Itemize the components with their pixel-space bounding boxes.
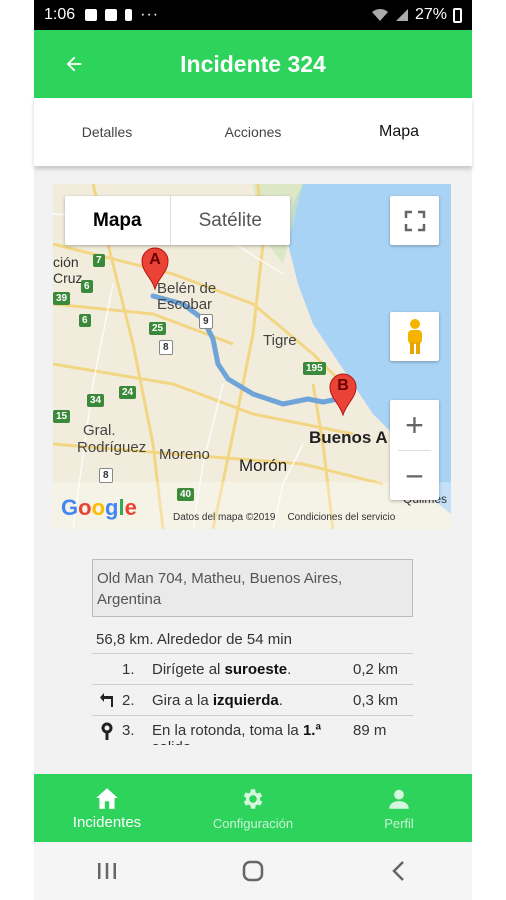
map-tab-content: Belén de Escobar Tigre Buenos A Moreno M… xyxy=(34,166,472,774)
route-shield: 40 xyxy=(177,488,195,501)
step-number: 2. xyxy=(122,691,135,709)
system-navigation-bar xyxy=(34,842,472,900)
route-summary: 56,8 km. Alrededor de 54 min xyxy=(96,631,292,648)
wifi-icon xyxy=(371,9,388,21)
map-data-link[interactable]: Datos del mapa ©2019 xyxy=(173,512,275,523)
route-shield: 34 xyxy=(87,394,105,407)
map-label-gral: Gral. xyxy=(83,422,116,439)
gear-icon xyxy=(243,788,263,809)
route-shield: 6 xyxy=(81,280,93,293)
route-shield: 15 xyxy=(53,410,71,423)
roundabout-icon xyxy=(92,722,122,740)
tab-bar: Detalles Acciones Mapa xyxy=(34,98,472,166)
map-label-buenos-aires: Buenos A xyxy=(309,428,388,447)
map-label-moron: Morón xyxy=(239,456,288,475)
page-title: Incidente 324 xyxy=(180,50,326,77)
screen: 1:06 ··· 27% Incidente 324 Detalles Acci… xyxy=(0,0,506,900)
battery-percent: 27% xyxy=(414,6,447,23)
signal-icon xyxy=(395,9,408,21)
step-number: 1. xyxy=(122,660,135,678)
map-type-control: Mapa Satélite xyxy=(65,196,290,245)
mail-notification-icon xyxy=(105,9,118,21)
map-label-cion: ción xyxy=(53,254,79,270)
fullscreen-button[interactable] xyxy=(390,196,439,245)
google-logo[interactable]: Google xyxy=(61,495,137,521)
zoom-in-button[interactable]: + xyxy=(390,400,439,450)
map-view[interactable]: Belén de Escobar Tigre Buenos A Moreno M… xyxy=(53,184,451,529)
tab-mapa[interactable]: Mapa xyxy=(326,123,472,141)
home-circle-icon xyxy=(242,860,264,882)
lock-notification-icon xyxy=(125,9,133,21)
zoom-control: + − xyxy=(390,400,439,500)
turn-left-icon xyxy=(92,692,122,708)
route-shield: 8 xyxy=(159,340,173,355)
marker-a-label: A xyxy=(149,251,161,268)
map-label-moreno: Moreno xyxy=(159,446,210,463)
nav-perfil[interactable]: Perfil xyxy=(326,774,472,842)
nav-perfil-label: Perfil xyxy=(384,815,414,831)
image-notification-icon xyxy=(85,9,98,21)
tab-acciones[interactable]: Acciones xyxy=(180,124,326,140)
notification-icons: ··· xyxy=(85,6,159,24)
marker-a[interactable]: A xyxy=(140,246,170,291)
nav-configuracion-label: Configuración xyxy=(212,815,294,831)
system-back-button[interactable] xyxy=(379,851,419,891)
chevron-left-icon xyxy=(392,861,404,881)
step-distance: 89 m xyxy=(353,722,387,739)
status-right: 27% xyxy=(371,6,462,24)
step-text: Gira a la izquierda. xyxy=(152,691,283,709)
status-bar: 1:06 ··· 27% xyxy=(34,0,472,30)
recent-apps-icon xyxy=(98,863,116,879)
status-time: 1:06 xyxy=(44,6,76,23)
step-distance: 0,2 km xyxy=(353,660,399,678)
route-shield: 25 xyxy=(149,322,167,335)
direction-step: 2. Gira a la izquierda. 0,3 km xyxy=(92,684,413,715)
nav-incidentes-label: Incidentes xyxy=(72,813,142,831)
bottom-navigation: Incidentes Configuración Perfil xyxy=(34,774,472,842)
address-field[interactable]: Old Man 704, Matheu, Buenos Aires, Argen… xyxy=(92,559,413,617)
route-shield: 8 xyxy=(99,468,113,483)
pegman-icon xyxy=(407,318,422,354)
directions-list: 1. Dirígete al suroeste. 0,2 km 2. Gira … xyxy=(92,653,413,745)
direction-step: 3. En la rotonda, toma la 1.ª salida 89 … xyxy=(92,715,413,745)
map-attribution: Datos del mapa ©2019 Condiciones del ser… xyxy=(173,512,395,523)
direction-step: 1. Dirígete al suroeste. 0,2 km xyxy=(92,653,413,684)
nav-configuracion[interactable]: Configuración xyxy=(180,774,326,842)
map-label-rodriguez: Rodríguez xyxy=(77,439,147,456)
app-bar: Incidente 324 xyxy=(34,30,472,98)
map-label-tigre: Tigre xyxy=(263,332,297,349)
route-shield: 9 xyxy=(199,314,213,329)
right-margin xyxy=(472,0,506,900)
fullscreen-icon xyxy=(404,210,425,231)
back-button[interactable] xyxy=(54,44,94,84)
step-text: En la rotonda, toma la 1.ª salida xyxy=(152,722,321,745)
step-number: 3. xyxy=(122,722,135,739)
more-notifications-icon: ··· xyxy=(140,6,160,23)
home-button[interactable] xyxy=(233,851,273,891)
route-shield: 39 xyxy=(53,292,71,305)
map-terms-link[interactable]: Condiciones del servicio xyxy=(287,512,395,523)
route-shield: 24 xyxy=(119,386,137,399)
street-view-button[interactable] xyxy=(390,312,439,361)
zoom-out-button[interactable]: − xyxy=(390,451,439,501)
person-icon xyxy=(389,789,409,809)
map-label-cruz: Cruz xyxy=(53,270,83,286)
map-type-satellite-button[interactable]: Satélite xyxy=(171,196,290,245)
recent-apps-button[interactable] xyxy=(87,851,127,891)
nav-incidentes[interactable]: Incidentes xyxy=(34,774,180,842)
route-shield: 6 xyxy=(79,314,91,327)
left-margin xyxy=(0,0,34,900)
route-shield: 195 xyxy=(303,362,326,375)
map-type-map-button[interactable]: Mapa xyxy=(65,196,171,245)
tab-detalles[interactable]: Detalles xyxy=(34,124,180,140)
marker-b[interactable]: B xyxy=(328,372,358,417)
step-text: Dirígete al suroeste. xyxy=(152,660,292,678)
route-shield: 7 xyxy=(93,254,105,267)
battery-icon xyxy=(453,7,462,23)
marker-b-label: B xyxy=(337,377,349,394)
arrow-left-icon xyxy=(66,56,82,72)
step-distance: 0,3 km xyxy=(353,691,399,709)
home-icon xyxy=(96,787,118,809)
map-label-escobar: Escobar xyxy=(157,296,213,313)
